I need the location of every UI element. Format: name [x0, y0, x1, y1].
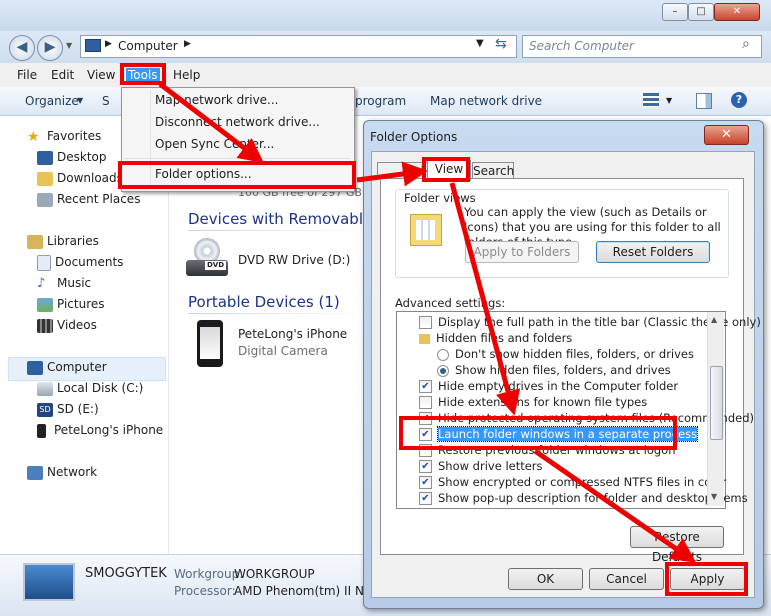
arrow-folder-options-to-view-tab [356, 161, 428, 187]
arrow-view-tab-to-setting [449, 182, 521, 416]
arrow-tools-to-folder-options [158, 82, 264, 164]
annotation-arrows [158, 82, 697, 563]
arrow-setting-to-apply [533, 448, 697, 563]
